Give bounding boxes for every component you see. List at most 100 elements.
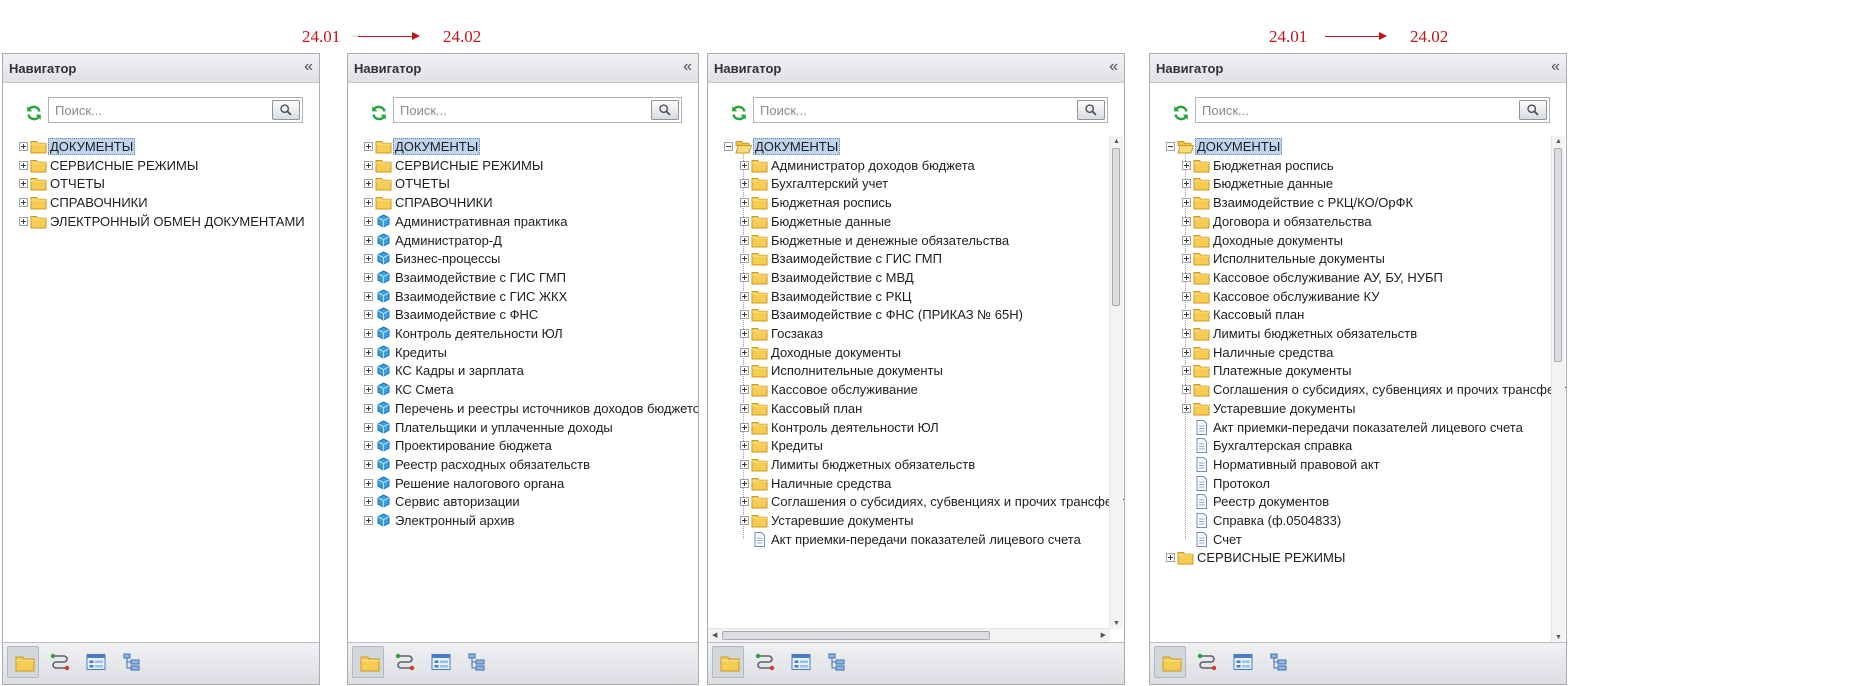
- horizontal-scrollbar[interactable]: ◀ ▶: [708, 628, 1110, 643]
- tree-item[interactable]: Кассовое обслуживание АУ, БУ, НУБП: [1150, 268, 1566, 288]
- tree-item[interactable]: Кассовое обслуживание КУ: [1150, 287, 1566, 307]
- scroll-down-icon[interactable]: ▼: [1113, 620, 1120, 627]
- expand-icon[interactable]: [740, 198, 749, 208]
- tree-item[interactable]: Доходные документы: [1150, 231, 1566, 251]
- expand-icon[interactable]: [364, 160, 373, 170]
- tree-item[interactable]: Устаревшие документы: [708, 511, 1124, 531]
- tree-item[interactable]: Кассовый план: [708, 399, 1124, 419]
- tree-item[interactable]: Нормативный правовой акт: [1150, 455, 1566, 475]
- tree-item[interactable]: ОТЧЕТЫ: [3, 174, 319, 194]
- search-input[interactable]: [1196, 98, 1523, 122]
- search-input[interactable]: [49, 98, 276, 122]
- form-button[interactable]: [424, 646, 456, 678]
- tree-item[interactable]: Сервис авторизации: [348, 492, 698, 512]
- collapse-panel-icon[interactable]: «: [1109, 58, 1118, 76]
- tree-item[interactable]: Бухгалтерская справка: [1150, 436, 1566, 456]
- tree-item[interactable]: Бюджетная роспись: [1150, 156, 1566, 176]
- expand-icon[interactable]: [364, 272, 373, 282]
- expand-icon[interactable]: [364, 441, 373, 451]
- tree-item[interactable]: Лимиты бюджетных обязательств: [1150, 324, 1566, 344]
- tree-item[interactable]: КС Кадры и зарплата: [348, 361, 698, 381]
- tree-item[interactable]: ДОКУМЕНТЫ: [708, 137, 1124, 157]
- expand-icon[interactable]: [1182, 310, 1191, 320]
- expand-icon[interactable]: [19, 216, 28, 226]
- expand-icon[interactable]: [740, 459, 749, 469]
- tree-item[interactable]: Соглашения о субсидиях, субвенциях и про…: [1150, 380, 1566, 400]
- expand-icon[interactable]: [740, 441, 749, 451]
- expand-icon[interactable]: [740, 478, 749, 488]
- tree-item[interactable]: Администратор-Д: [348, 231, 698, 251]
- expand-icon[interactable]: [1182, 347, 1191, 357]
- expand-icon[interactable]: [364, 310, 373, 320]
- expand-icon[interactable]: [364, 403, 373, 413]
- folder-button[interactable]: [352, 646, 384, 678]
- expand-icon[interactable]: [364, 459, 373, 469]
- refresh-icon[interactable]: [729, 103, 749, 123]
- scroll-thumb[interactable]: [722, 631, 990, 640]
- folder-button[interactable]: [1154, 646, 1186, 678]
- tree-item[interactable]: Взаимодействие с РКЦ: [708, 287, 1124, 307]
- expand-icon[interactable]: [364, 198, 373, 208]
- tree-item[interactable]: ОТЧЕТЫ: [348, 174, 698, 194]
- expand-icon[interactable]: [740, 160, 749, 170]
- tree-button[interactable]: [115, 646, 147, 678]
- scroll-up-icon[interactable]: ▲: [1113, 138, 1120, 145]
- tree-button[interactable]: [820, 646, 852, 678]
- expand-icon[interactable]: [364, 385, 373, 395]
- tree-item[interactable]: Бюджетные данные: [708, 212, 1124, 232]
- tree-item[interactable]: Взаимодействие с ГИС ЖКХ: [348, 287, 698, 307]
- tree-item[interactable]: СЕРВИСНЫЕ РЕЖИМЫ: [348, 156, 698, 176]
- tree-item[interactable]: Решение налогового органа: [348, 474, 698, 494]
- search-input[interactable]: [394, 98, 655, 122]
- tree-item[interactable]: Взаимодействие с МВД: [708, 268, 1124, 288]
- routes-button[interactable]: [1190, 646, 1222, 678]
- tree-item[interactable]: КС Смета: [348, 380, 698, 400]
- tree-item[interactable]: Электронный архив: [348, 511, 698, 531]
- tree-item[interactable]: ЭЛЕКТРОННЫЙ ОБМЕН ДОКУМЕНТАМИ: [3, 212, 319, 232]
- expand-icon[interactable]: [364, 142, 373, 151]
- search-button[interactable]: [1077, 100, 1105, 120]
- tree-item[interactable]: Кассовый план: [1150, 305, 1566, 325]
- tree-item[interactable]: Бюджетные и денежные обязательства: [708, 231, 1124, 251]
- routes-button[interactable]: [748, 646, 780, 678]
- expand-icon[interactable]: [1166, 553, 1175, 563]
- tree-item[interactable]: Взаимодействие с ФНС: [348, 305, 698, 325]
- collapse-icon[interactable]: [724, 142, 733, 151]
- collapse-panel-icon[interactable]: «: [304, 58, 313, 76]
- tree-item[interactable]: Проектирование бюджета: [348, 436, 698, 456]
- tree-item[interactable]: Справка (ф.0504833): [1150, 511, 1566, 531]
- expand-icon[interactable]: [364, 516, 373, 525]
- tree-item[interactable]: Бухгалтерский учет: [708, 174, 1124, 194]
- tree-item[interactable]: Кредиты: [348, 343, 698, 363]
- expand-icon[interactable]: [1182, 329, 1191, 338]
- tree-item[interactable]: Взаимодействие с ГИС ГМП: [348, 268, 698, 288]
- tree-button[interactable]: [1262, 646, 1294, 678]
- expand-icon[interactable]: [364, 497, 373, 507]
- tree-item[interactable]: ДОКУМЕНТЫ: [3, 137, 319, 157]
- tree-item[interactable]: Взаимодействие с РКЦ/КО/ОрФК: [1150, 193, 1566, 213]
- expand-icon[interactable]: [364, 478, 373, 488]
- expand-icon[interactable]: [1182, 216, 1191, 226]
- expand-icon[interactable]: [1182, 272, 1191, 282]
- tree-item[interactable]: СЕРВИСНЫЕ РЕЖИМЫ: [1150, 548, 1566, 568]
- tree-item[interactable]: Договора и обязательства: [1150, 212, 1566, 232]
- tree-item[interactable]: Исполнительные документы: [1150, 249, 1566, 269]
- refresh-icon[interactable]: [24, 103, 44, 123]
- form-button[interactable]: [79, 646, 111, 678]
- expand-icon[interactable]: [740, 272, 749, 282]
- expand-icon[interactable]: [364, 422, 373, 432]
- routes-button[interactable]: [43, 646, 75, 678]
- tree-item[interactable]: Лимиты бюджетных обязательств: [708, 455, 1124, 475]
- tree-item[interactable]: Взаимодействие с ФНС (ПРИКАЗ № 65Н): [708, 305, 1124, 325]
- tree-item[interactable]: Платежные документы: [1150, 361, 1566, 381]
- tree-item[interactable]: Кредиты: [708, 436, 1124, 456]
- expand-icon[interactable]: [364, 235, 373, 245]
- tree-item[interactable]: ДОКУМЕНТЫ: [1150, 137, 1566, 157]
- scroll-down-icon[interactable]: ▼: [1555, 634, 1562, 641]
- expand-icon[interactable]: [740, 310, 749, 320]
- expand-icon[interactable]: [740, 329, 749, 338]
- tree-item[interactable]: Контроль деятельности ЮЛ: [348, 324, 698, 344]
- expand-icon[interactable]: [364, 179, 373, 189]
- tree-item[interactable]: Наличные средства: [708, 474, 1124, 494]
- search-button[interactable]: [272, 100, 300, 120]
